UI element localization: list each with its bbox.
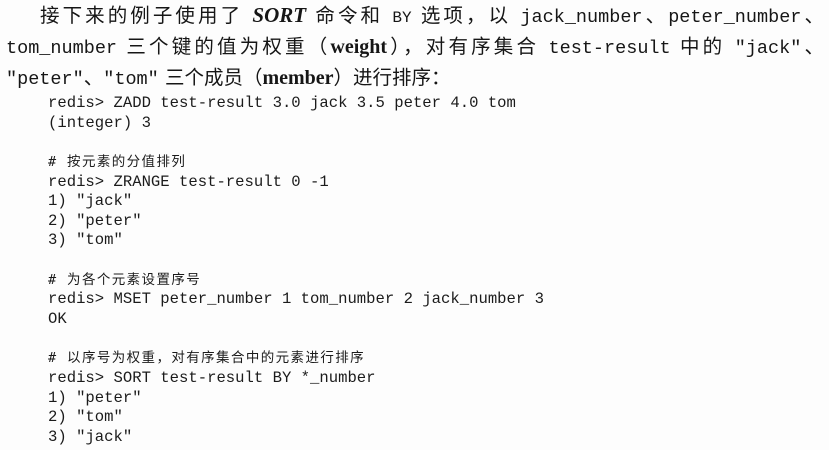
code-output-line: 1) "peter" [48, 388, 142, 407]
code-listing: redis> ZADD test-result 3.0 jack 3.5 pet… [48, 94, 808, 448]
code-output-line: 1) "jack" [48, 192, 133, 211]
code-comment: # 为各个元素设置序号 [48, 271, 202, 288]
paragraph-text: 命令和 [306, 4, 393, 27]
member-tom: "tom" [103, 69, 159, 90]
sort-command-term: SORT [252, 3, 307, 27]
code-command-line: redis> ZADD test-result 3.0 jack 3.5 pet… [48, 94, 516, 112]
paragraph-text: 三个成员（ [158, 66, 263, 89]
key-name-tom-number: tom_number [6, 38, 118, 59]
weight-term: weight [330, 36, 388, 58]
by-option-term: BY [392, 9, 412, 27]
paragraph-line-3: "peter"、"tom" 三个成员（member）进行排序： [6, 62, 824, 93]
code-command-line: redis> SORT test-result BY *_number [48, 368, 376, 387]
key-name-jack-number: jack_number [520, 7, 643, 28]
code-block-mset: # 为各个元素设置序号 redis> MSET peter_number 1 t… [48, 271, 808, 330]
paragraph-text: 中的 [670, 35, 735, 58]
paragraph-text: 选项，以 [411, 4, 521, 27]
paragraph-separator: 、 [83, 66, 104, 89]
code-output-line: (integer) 3 [48, 113, 151, 132]
code-comment: # 按元素的分值排列 [48, 153, 187, 170]
member-term: member [262, 67, 334, 89]
code-output-line: 2) "tom" [48, 408, 123, 427]
paragraph-text: 接下来的例子使用了 [40, 4, 253, 27]
code-comment: # 以序号为权重，对有序集合中的元素进行排序 [48, 350, 366, 367]
paragraph-text: 三个键的值为权重（ [117, 35, 331, 58]
code-command-line: redis> MSET peter_number 1 tom_number 2 … [48, 290, 544, 309]
member-jack: "jack" [734, 38, 802, 59]
code-output-line: 3) "tom" [48, 231, 123, 250]
sorted-set-name: test-result [548, 38, 671, 59]
paragraph-line-1: 接下来的例子使用了 SORT 命令和 BY 选项，以 jack_number、p… [6, 0, 824, 31]
paragraph-separator: 、 [801, 35, 824, 58]
code-command-line: redis> ZRANGE test-result 0 -1 [48, 172, 329, 191]
key-name-peter-number: peter_number [668, 7, 802, 28]
paragraph-line-2: tom_number 三个键的值为权重（weight），对有序集合 test-r… [6, 31, 824, 62]
paragraph-separator: 、 [642, 4, 669, 27]
code-output-line: 3) "jack" [48, 427, 133, 446]
code-output-line: OK [48, 310, 67, 329]
code-output-line: 2) "peter" [48, 211, 142, 230]
code-block-sort: # 以序号为权重，对有序集合中的元素进行排序 redis> SORT test-… [48, 349, 808, 447]
member-peter: "peter" [6, 69, 84, 90]
intro-paragraph: 接下来的例子使用了 SORT 命令和 BY 选项，以 jack_number、p… [6, 0, 824, 93]
paragraph-separator: 、 [801, 4, 824, 27]
paragraph-text: ）进行排序： [333, 66, 451, 89]
code-block-zadd: redis> ZADD test-result 3.0 jack 3.5 pet… [48, 94, 808, 133]
paragraph-text: ），对有序集合 [387, 35, 549, 58]
code-block-zrange: # 按元素的分值排列 redis> ZRANGE test-result 0 -… [48, 153, 808, 251]
